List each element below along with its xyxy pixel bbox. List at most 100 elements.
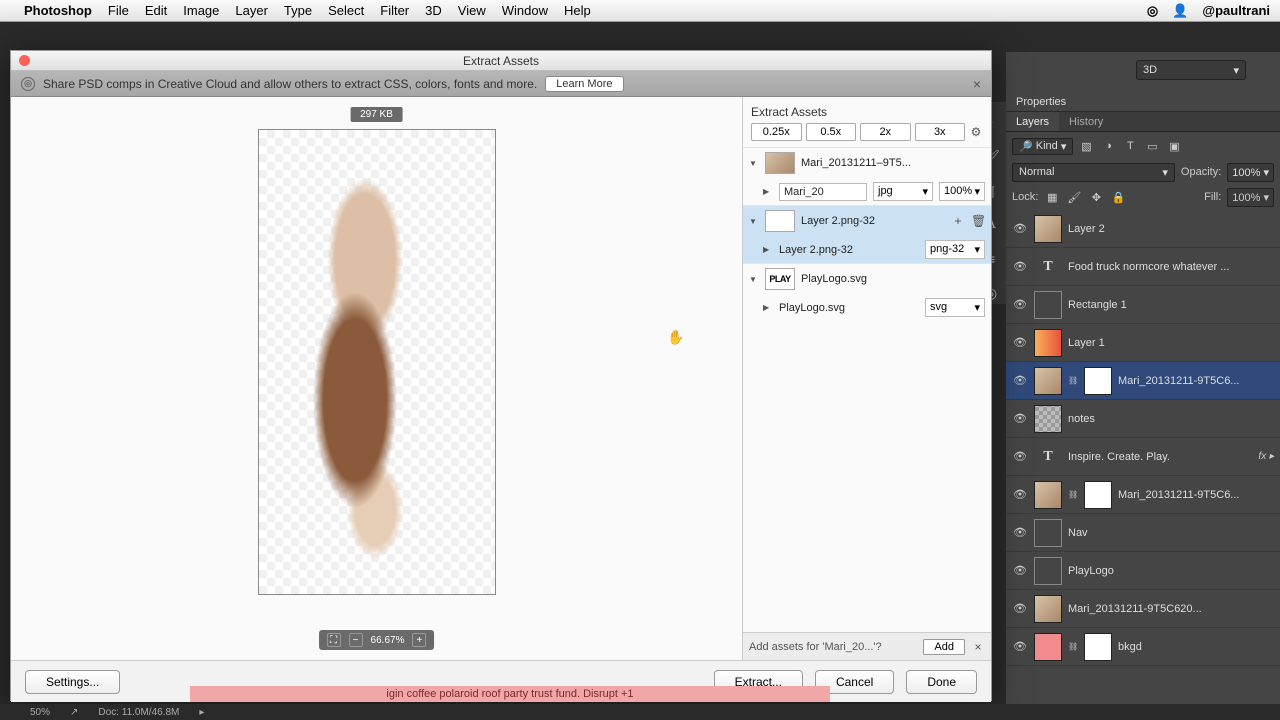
opacity-value[interactable]: 100% ▾ xyxy=(1227,163,1274,182)
layer-thumb[interactable] xyxy=(1034,633,1062,661)
asset-filename-input[interactable]: Mari_20 xyxy=(779,183,867,201)
layer-row[interactable]: 👁Layer 2 xyxy=(1006,210,1280,248)
menu-type[interactable]: Type xyxy=(284,3,312,18)
visibility-icon[interactable]: 👁 xyxy=(1012,488,1028,501)
layer-name[interactable]: PlayLogo xyxy=(1068,565,1274,577)
status-arrow-icon[interactable]: ▸ xyxy=(199,707,204,718)
learn-more-button[interactable]: Learn More xyxy=(545,76,623,92)
menu-filter[interactable]: Filter xyxy=(380,3,409,18)
visibility-icon[interactable]: 👁 xyxy=(1012,298,1028,311)
layer-mask-thumb[interactable] xyxy=(1084,367,1112,395)
layer-name[interactable]: Nav xyxy=(1068,527,1274,539)
menu-window[interactable]: Window xyxy=(502,3,548,18)
layer-thumb[interactable] xyxy=(1034,329,1062,357)
close-icon[interactable] xyxy=(19,55,30,66)
layer-thumb[interactable] xyxy=(1034,367,1062,395)
layer-row[interactable]: 👁 notes xyxy=(1006,400,1280,438)
lock-transparent-icon[interactable]: ▦ xyxy=(1044,189,1060,205)
zoom-out-icon[interactable]: − xyxy=(349,633,363,647)
layer-name[interactable]: Layer 1 xyxy=(1068,337,1274,349)
link-icon[interactable]: ⛓ xyxy=(1068,642,1078,651)
layer-row[interactable]: 👁⛓Mari_20131211-9T5C6... xyxy=(1006,362,1280,400)
visibility-icon[interactable]: 👁 xyxy=(1012,602,1028,615)
menu-3d[interactable]: 3D xyxy=(425,3,442,18)
tab-layers[interactable]: Layers xyxy=(1006,112,1059,131)
asset-group-head[interactable]: ▼PLAYPlayLogo.svg xyxy=(743,264,991,294)
disclosure-icon[interactable]: ▼ xyxy=(749,159,759,168)
blend-mode-select[interactable]: Normal▾ xyxy=(1012,163,1175,182)
layer-thumb[interactable] xyxy=(1034,481,1062,509)
layer-thumb[interactable] xyxy=(1034,215,1062,243)
layer-thumb[interactable] xyxy=(1034,557,1062,585)
filter-type-icon[interactable]: T xyxy=(1121,138,1139,154)
quality-select[interactable]: 100%▾ xyxy=(939,182,985,201)
format-select[interactable]: svg▾ xyxy=(925,298,985,317)
layer-row[interactable]: 👁 Rectangle 1 xyxy=(1006,286,1280,324)
disclosure-icon[interactable]: ▶ xyxy=(763,303,773,312)
disclosure-icon[interactable]: ▶ xyxy=(763,187,773,196)
layer-row[interactable]: 👁⛓Mari_20131211-9T5C6... xyxy=(1006,476,1280,514)
scale-2x[interactable]: 2x xyxy=(860,123,911,141)
lock-all-icon[interactable]: 🔒 xyxy=(1110,189,1126,205)
menu-edit[interactable]: Edit xyxy=(145,3,167,18)
asset-group-head[interactable]: ▼Mari_20131211–9T5... xyxy=(743,148,991,178)
scale-0_5x[interactable]: 0.5x xyxy=(806,123,857,141)
layer-thumb[interactable]: T xyxy=(1034,253,1062,281)
layer-mask-thumb[interactable] xyxy=(1084,633,1112,661)
layer-name[interactable]: Inspire. Create. Play. xyxy=(1068,451,1252,463)
trash-icon[interactable]: 🗑 xyxy=(971,214,985,228)
visibility-icon[interactable]: 👁 xyxy=(1012,260,1028,273)
layer-name[interactable]: Food truck normcore whatever ... xyxy=(1068,261,1274,273)
visibility-icon[interactable]: 👁 xyxy=(1012,412,1028,425)
layer-row[interactable]: 👁 Layer 1 xyxy=(1006,324,1280,362)
layer-row[interactable]: 👁TInspire. Create. Play.fx ▸ xyxy=(1006,438,1280,476)
layer-name[interactable]: Mari_20131211-9T5C620... xyxy=(1068,603,1274,615)
menu-view[interactable]: View xyxy=(458,3,486,18)
filter-kind-select[interactable]: 🔎 Kind ▾ xyxy=(1012,138,1073,155)
banner-close-icon[interactable]: × xyxy=(973,76,981,92)
layer-name[interactable]: Mari_20131211-9T5C6... xyxy=(1118,375,1274,387)
cc-icon[interactable]: ◎ xyxy=(1147,3,1158,19)
visibility-icon[interactable]: 👁 xyxy=(1012,526,1028,539)
layer-name[interactable]: Rectangle 1 xyxy=(1068,299,1274,311)
visibility-icon[interactable]: 👁 xyxy=(1012,336,1028,349)
layer-row[interactable]: 👁 ⛓ bkgd xyxy=(1006,628,1280,666)
disclosure-icon[interactable]: ▼ xyxy=(749,275,759,284)
filter-shape-icon[interactable]: ▭ xyxy=(1143,138,1161,154)
zoom-fit-icon[interactable]: ⛶ xyxy=(327,633,341,647)
add-close-icon[interactable]: × xyxy=(971,640,985,654)
lock-position-icon[interactable]: ✥ xyxy=(1088,189,1104,205)
layer-name[interactable]: Layer 2 xyxy=(1068,223,1274,235)
menu-help[interactable]: Help xyxy=(564,3,591,18)
scale-0_25x[interactable]: 0.25x xyxy=(751,123,802,141)
scale-3x[interactable]: 3x xyxy=(915,123,966,141)
layer-thumb[interactable]: T xyxy=(1034,443,1062,471)
visibility-icon[interactable]: 👁 xyxy=(1012,564,1028,577)
workspace-select[interactable]: 3D▾ xyxy=(1136,60,1246,80)
layer-thumb[interactable] xyxy=(1034,595,1062,623)
visibility-icon[interactable]: 👁 xyxy=(1012,450,1028,463)
filter-adjust-icon[interactable]: ◑ xyxy=(1099,138,1117,154)
layer-row[interactable]: 👁 Nav xyxy=(1006,514,1280,552)
menu-layer[interactable]: Layer xyxy=(235,3,268,18)
user-avatar[interactable]: 👤 xyxy=(1172,3,1188,19)
layer-thumb[interactable] xyxy=(1034,405,1062,433)
app-name[interactable]: Photoshop xyxy=(24,3,92,18)
menu-file[interactable]: File xyxy=(108,3,129,18)
lock-paint-icon[interactable]: 🖌 xyxy=(1066,189,1082,205)
asset-group-head[interactable]: ▼Layer 2.png-32+🗑 xyxy=(743,206,991,236)
settings-button[interactable]: Settings... xyxy=(25,670,120,694)
layer-mask-thumb[interactable] xyxy=(1084,481,1112,509)
zoom-in-icon[interactable]: + xyxy=(412,633,426,647)
visibility-icon[interactable]: 👁 xyxy=(1012,640,1028,653)
add-button[interactable]: Add xyxy=(923,639,965,655)
layer-name[interactable]: notes xyxy=(1068,413,1274,425)
share-icon[interactable]: ↗ xyxy=(70,707,78,718)
menu-select[interactable]: Select xyxy=(328,3,364,18)
format-select[interactable]: png-32▾ xyxy=(925,240,985,259)
layer-name[interactable]: bkgd xyxy=(1118,641,1274,653)
done-button[interactable]: Done xyxy=(906,670,977,694)
user-handle[interactable]: @paultrani xyxy=(1202,3,1270,18)
filter-pixel-icon[interactable]: ▧ xyxy=(1077,138,1095,154)
menu-image[interactable]: Image xyxy=(183,3,219,18)
